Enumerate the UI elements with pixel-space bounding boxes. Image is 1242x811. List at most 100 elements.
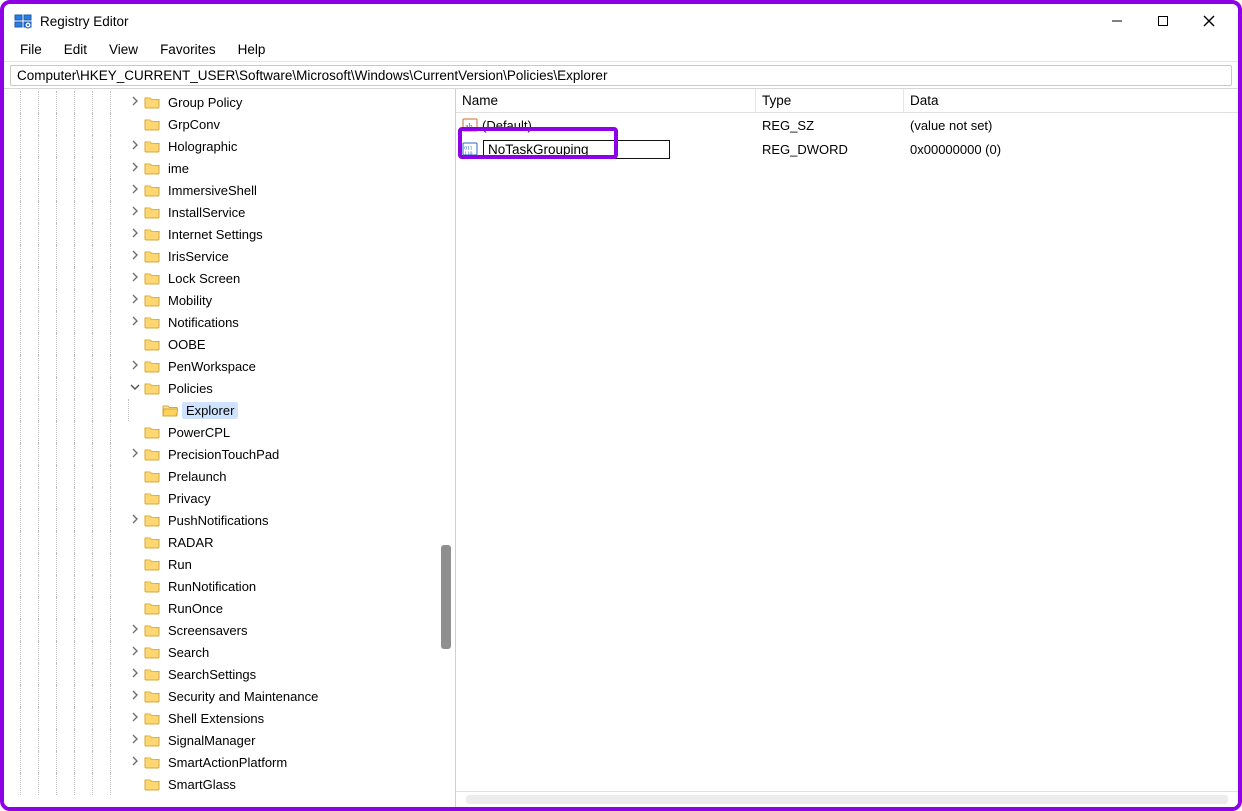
folder-icon: [144, 601, 160, 615]
chevron-right-icon[interactable]: [128, 162, 142, 175]
chevron-right-icon[interactable]: [128, 140, 142, 153]
chevron-right-icon[interactable]: [128, 96, 142, 109]
menu-favorites[interactable]: Favorites: [150, 40, 226, 59]
tree-item-label: OOBE: [164, 336, 210, 353]
tree-item[interactable]: RADAR: [4, 531, 455, 553]
folder-icon: [144, 381, 160, 395]
chevron-right-icon[interactable]: [128, 668, 142, 681]
tree-item[interactable]: Search: [4, 641, 455, 663]
tree-item-label: GrpConv: [164, 116, 224, 133]
tree-item[interactable]: InstallService: [4, 201, 455, 223]
tree-item-label: Holographic: [164, 138, 241, 155]
chevron-right-icon[interactable]: [128, 624, 142, 637]
tree-item[interactable]: Screensavers: [4, 619, 455, 641]
folder-open-icon: [162, 403, 178, 417]
folder-icon: [144, 491, 160, 505]
list-row[interactable]: 011110REG_DWORD0x00000000 (0): [456, 137, 1238, 161]
chevron-right-icon[interactable]: [128, 360, 142, 373]
folder-icon: [144, 733, 160, 747]
chevron-right-icon[interactable]: [128, 228, 142, 241]
menu-edit[interactable]: Edit: [54, 40, 97, 59]
tree-item[interactable]: Mobility: [4, 289, 455, 311]
chevron-right-icon[interactable]: [128, 448, 142, 461]
tree-item[interactable]: RunOnce: [4, 597, 455, 619]
menu-help[interactable]: Help: [228, 40, 276, 59]
tree-item[interactable]: Internet Settings: [4, 223, 455, 245]
tree-item[interactable]: GrpConv: [4, 113, 455, 135]
chevron-right-icon[interactable]: [128, 184, 142, 197]
maximize-button[interactable]: [1140, 6, 1186, 36]
tree-item[interactable]: PrecisionTouchPad: [4, 443, 455, 465]
minimize-button[interactable]: [1094, 6, 1140, 36]
chevron-right-icon[interactable]: [128, 734, 142, 747]
tree-item[interactable]: Shell Extensions: [4, 707, 455, 729]
list-header: Name Type Data: [456, 89, 1238, 113]
tree-item-label: SearchSettings: [164, 666, 260, 683]
menu-view[interactable]: View: [99, 40, 148, 59]
tree-item[interactable]: ime: [4, 157, 455, 179]
list-horizontal-thumb[interactable]: [466, 795, 1228, 804]
menu-file[interactable]: File: [10, 40, 52, 59]
tree-pane[interactable]: Group Policy GrpConv Holographic ime Immers…: [4, 89, 456, 807]
tree-item[interactable]: Run: [4, 553, 455, 575]
tree-item-label: Run: [164, 556, 196, 573]
tree-item[interactable]: SearchSettings: [4, 663, 455, 685]
tree-item[interactable]: Security and Maintenance: [4, 685, 455, 707]
tree-scrollbar[interactable]: [439, 89, 453, 807]
cell-type: REG_SZ: [756, 118, 904, 133]
tree-item[interactable]: Explorer: [4, 399, 455, 421]
chevron-right-icon[interactable]: [128, 514, 142, 527]
tree-item[interactable]: PushNotifications: [4, 509, 455, 531]
tree-item-label: ime: [164, 160, 193, 177]
tree-item-label: Shell Extensions: [164, 710, 268, 727]
menubar: File Edit View Favorites Help: [4, 38, 1238, 62]
tree-item[interactable]: Policies: [4, 377, 455, 399]
tree-item[interactable]: ImmersiveShell: [4, 179, 455, 201]
tree-item[interactable]: Lock Screen: [4, 267, 455, 289]
folder-icon: [144, 337, 160, 351]
value-name-editbox[interactable]: [483, 140, 670, 159]
list-row[interactable]: ab(Default)REG_SZ(value not set): [456, 113, 1238, 137]
tree-item[interactable]: OOBE: [4, 333, 455, 355]
svg-text:ab: ab: [465, 122, 473, 131]
tree-item[interactable]: Privacy: [4, 487, 455, 509]
minimize-icon: [1111, 15, 1123, 27]
chevron-right-icon[interactable]: [128, 316, 142, 329]
chevron-right-icon[interactable]: [128, 250, 142, 263]
folder-icon: [144, 513, 160, 527]
chevron-right-icon[interactable]: [128, 712, 142, 725]
tree-item[interactable]: Group Policy: [4, 91, 455, 113]
list-pane[interactable]: Name Type Data ab(Default)REG_SZ(value n…: [456, 89, 1238, 807]
tree-item-label: Internet Settings: [164, 226, 267, 243]
tree-item[interactable]: Holographic: [4, 135, 455, 157]
chevron-right-icon[interactable]: [128, 690, 142, 703]
tree-item-label: Security and Maintenance: [164, 688, 322, 705]
column-header-type[interactable]: Type: [756, 89, 904, 112]
list-horizontal-scrollbar[interactable]: [456, 791, 1238, 807]
chevron-right-icon[interactable]: [128, 206, 142, 219]
tree-item[interactable]: IrisService: [4, 245, 455, 267]
tree-item[interactable]: Notifications: [4, 311, 455, 333]
close-button[interactable]: [1186, 6, 1232, 36]
tree-item[interactable]: SignalManager: [4, 729, 455, 751]
chevron-down-icon[interactable]: [128, 382, 142, 395]
column-header-data[interactable]: Data: [904, 89, 1238, 112]
chevron-right-icon[interactable]: [128, 756, 142, 769]
tree-item[interactable]: Prelaunch: [4, 465, 455, 487]
svg-text:110: 110: [464, 151, 472, 157]
folder-icon: [144, 95, 160, 109]
tree-item[interactable]: SmartActionPlatform: [4, 751, 455, 773]
titlebar: Registry Editor: [4, 4, 1238, 38]
tree-item[interactable]: RunNotification: [4, 575, 455, 597]
chevron-right-icon[interactable]: [128, 294, 142, 307]
tree-item[interactable]: PenWorkspace: [4, 355, 455, 377]
tree-item[interactable]: SmartGlass: [4, 773, 455, 795]
address-bar[interactable]: Computer\HKEY_CURRENT_USER\Software\Micr…: [10, 65, 1232, 86]
folder-icon: [144, 183, 160, 197]
chevron-right-icon[interactable]: [128, 272, 142, 285]
chevron-right-icon[interactable]: [128, 646, 142, 659]
tree-scroll-thumb[interactable]: [441, 545, 451, 649]
tree-item[interactable]: PowerCPL: [4, 421, 455, 443]
tree-item-label: RADAR: [164, 534, 218, 551]
column-header-name[interactable]: Name: [456, 89, 756, 112]
